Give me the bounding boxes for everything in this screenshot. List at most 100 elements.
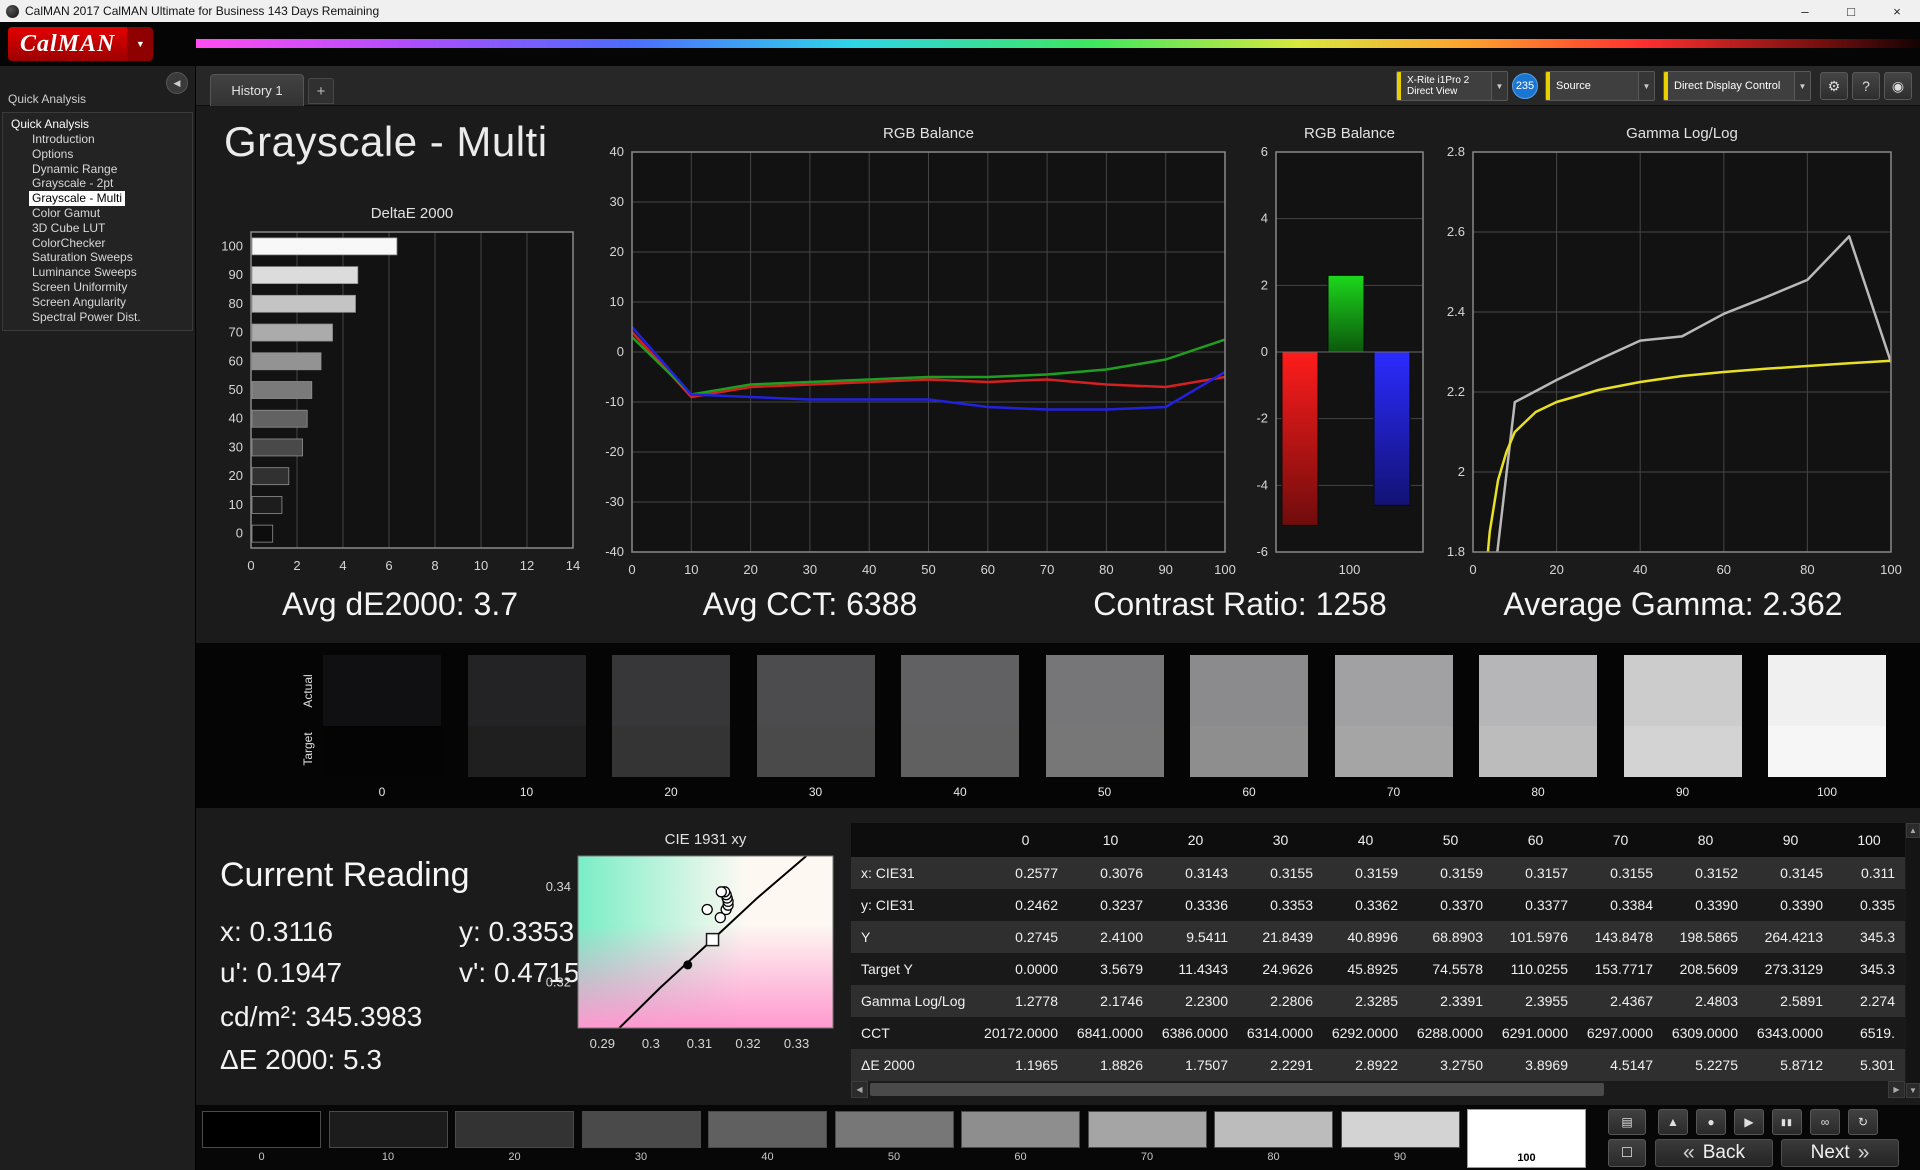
svg-text:2: 2 <box>293 558 300 573</box>
table-header-row: 0 10 20 30 40 50 60 70 80 90 100 <box>851 823 1905 857</box>
swatch-target <box>1623 726 1742 777</box>
pattern-level-label: 80 <box>1267 1151 1280 1163</box>
sidebar-item-luminance-sweeps[interactable]: Luminance Sweeps <box>3 265 192 280</box>
loop-button[interactable]: ∞ <box>1810 1109 1840 1135</box>
table-header-cell: 60 <box>1527 832 1544 848</box>
results-table: 0 10 20 30 40 50 60 70 80 90 100 x: CIE31 0.2577 0.30… <box>851 823 1905 1081</box>
table-cell: 2.2291 <box>1270 1057 1313 1073</box>
pattern-list-button[interactable]: ▤ <box>1608 1109 1646 1135</box>
table-h-scrollbar[interactable]: ◀ ▶ <box>851 1081 1905 1098</box>
sidebar-item-spectral-power-dist[interactable]: Spectral Power Dist. <box>3 310 192 325</box>
table-v-scrollbar[interactable]: ▲ ▼ <box>1906 823 1920 1098</box>
table-cell: 2.3955 <box>1525 993 1568 1009</box>
eject-button[interactable]: ▲ <box>1658 1109 1688 1135</box>
play-icon: ▶ <box>1744 1115 1754 1129</box>
sidebar-item-grayscale-multi[interactable]: Grayscale - Multi <box>3 191 192 206</box>
sidebar-item-color-gamut[interactable]: Color Gamut <box>3 206 192 221</box>
back-button[interactable]: « Back <box>1655 1139 1773 1167</box>
table-cell: 198.5865 <box>1679 929 1738 945</box>
calman-logo-menu[interactable]: CalMAN ▼ <box>8 27 154 61</box>
sidebar-item-options[interactable]: Options <box>3 147 192 162</box>
table-header-cell: 80 <box>1697 832 1714 848</box>
table-cell: 40.8996 <box>1347 929 1398 945</box>
tab-label: History 1 <box>231 83 283 98</box>
pattern-button-70[interactable]: 70 <box>1087 1111 1207 1166</box>
meter-dropdown[interactable]: X-Rite i1Pro 2 Direct View ▼ <box>1396 71 1508 101</box>
table-row-gamma-log-log: Gamma Log/Log 1.2778 2.1746 2.2300 2.2806 2.3… <box>851 985 1905 1017</box>
refresh-button[interactable]: ↻ <box>1848 1109 1878 1135</box>
scroll-down-arrow-icon[interactable]: ▼ <box>1906 1083 1920 1098</box>
sidebar-item-label: Spectral Power Dist. <box>32 309 141 324</box>
rgb-balance-bar-chart: 6 4 2 0 -2 -4 -6 100 RGB Balance <box>1256 125 1424 577</box>
svg-text:0.31: 0.31 <box>687 1036 712 1051</box>
pattern-button-80[interactable]: 80 <box>1214 1111 1333 1166</box>
table-cell: 3.5679 <box>1100 961 1143 977</box>
grayscale-swatch-50: 50 <box>1045 655 1164 799</box>
table-cell: 345.3 <box>1859 929 1895 945</box>
minimize-button[interactable]: – <box>1782 0 1828 22</box>
sidebar-item-introduction[interactable]: Introduction <box>3 132 192 147</box>
pattern-button-20[interactable]: 20 <box>455 1111 574 1166</box>
scroll-left-arrow-icon[interactable]: ◀ <box>851 1081 868 1098</box>
pattern-button-30[interactable]: 30 <box>581 1111 701 1166</box>
svg-text:6: 6 <box>1261 144 1268 159</box>
table-cell: 2.4367 <box>1610 993 1653 1009</box>
scroll-up-arrow-icon[interactable]: ▲ <box>1906 823 1920 838</box>
next-button[interactable]: Next » <box>1781 1139 1899 1167</box>
profile-icon[interactable]: ◉ <box>1884 72 1912 100</box>
pattern-button-0[interactable]: 0 <box>202 1111 321 1166</box>
scroll-right-arrow-icon[interactable]: ▶ <box>1888 1081 1905 1098</box>
sidebar-item-colorchecker[interactable]: ColorChecker <box>3 236 192 251</box>
add-tab-button[interactable]: + <box>308 78 334 104</box>
sidebar-collapse-button[interactable]: ◀ <box>166 72 188 94</box>
h-scroll-track[interactable] <box>868 1081 1888 1098</box>
swatch-level-label: 70 <box>1386 785 1401 799</box>
sidebar-item-screen-uniformity[interactable]: Screen Uniformity <box>3 280 192 295</box>
sidebar-item-dynamic-range[interactable]: Dynamic Range <box>3 162 192 177</box>
svg-text:1.8: 1.8 <box>1447 544 1465 559</box>
table-cell: 9.5411 <box>1186 929 1228 945</box>
svg-text:0: 0 <box>236 526 243 541</box>
pattern-button-100[interactable]: 100 <box>1467 1109 1586 1168</box>
table-cell: 0.3145 <box>1780 865 1823 881</box>
sidebar-item-quick-analysis-root[interactable]: Quick Analysis <box>3 117 192 132</box>
svg-text:-10: -10 <box>605 394 624 409</box>
measurement-point <box>715 886 727 898</box>
pattern-button-10[interactable]: 10 <box>328 1111 448 1166</box>
svg-text:10: 10 <box>610 294 624 309</box>
table-header-cell: 20 <box>1187 832 1204 848</box>
pattern-button-50[interactable]: 50 <box>834 1111 954 1166</box>
tab-history-1[interactable]: History 1 <box>210 74 304 106</box>
chevron-left-icon: ◀ <box>173 77 181 88</box>
svg-text:0.34: 0.34 <box>546 879 571 894</box>
pause-button[interactable]: ▮▮ <box>1772 1109 1802 1135</box>
table-cell: 0.3157 <box>1525 865 1568 881</box>
pattern-window-button[interactable]: □ <box>1608 1139 1646 1167</box>
sidebar-item-grayscale-2pt[interactable]: Grayscale - 2pt <box>3 176 192 191</box>
sidebar-item-saturation-sweeps[interactable]: Saturation Sweeps <box>3 250 192 265</box>
table-row-cct: CCT 20172.0000 6841.0000 6386.0000 6314.0000… <box>851 1017 1905 1049</box>
sidebar-item-label: Grayscale - Multi <box>29 191 126 206</box>
close-button[interactable]: × <box>1874 0 1920 22</box>
pattern-button-60[interactable]: 60 <box>961 1111 1080 1166</box>
record-button[interactable]: ● <box>1696 1109 1726 1135</box>
h-scroll-thumb[interactable] <box>870 1083 1605 1096</box>
sidebar-item-3d-cube-lut[interactable]: 3D Cube LUT <box>3 221 192 236</box>
settings-gear-icon[interactable]: ⚙ <box>1820 72 1848 100</box>
table-row-y-cie31: y: CIE31 0.2462 0.3237 0.3336 0.3353 0.3362 0.… <box>851 889 1905 921</box>
swatch-target <box>467 726 586 777</box>
play-button[interactable]: ▶ <box>1734 1109 1764 1135</box>
svg-text:2.2: 2.2 <box>1447 384 1465 399</box>
pattern-level-label: 60 <box>1014 1151 1027 1163</box>
spectrum-bar <box>196 39 1920 48</box>
pattern-button-90[interactable]: 90 <box>1340 1111 1460 1166</box>
help-icon[interactable]: ? <box>1852 72 1880 100</box>
sidebar-item-screen-angularity[interactable]: Screen Angularity <box>3 295 192 310</box>
pattern-button-40[interactable]: 40 <box>708 1111 827 1166</box>
maximize-button[interactable]: □ <box>1828 0 1874 22</box>
source-dropdown[interactable]: Source ▼ <box>1545 71 1655 101</box>
display-control-dropdown[interactable]: Direct Display Control ▼ <box>1663 71 1811 101</box>
table-cell: 0.3159 <box>1440 865 1483 881</box>
grayscale-swatch-80: 80 <box>1479 655 1597 799</box>
pattern-level-label: 30 <box>634 1151 648 1163</box>
